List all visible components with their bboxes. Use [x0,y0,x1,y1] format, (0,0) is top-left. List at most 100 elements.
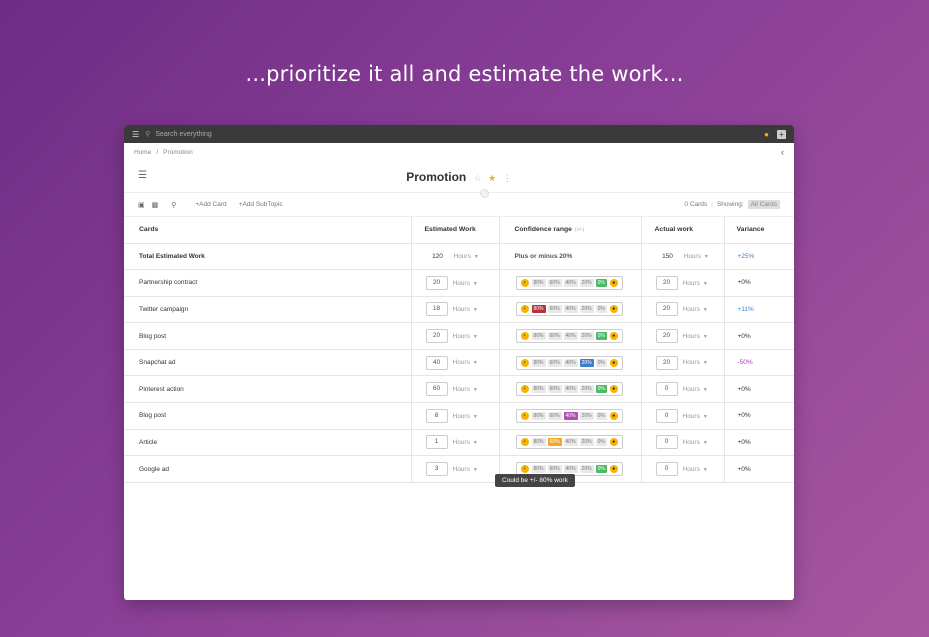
collapse-handle[interactable] [480,189,489,198]
unit-select[interactable]: Hours [453,386,470,393]
star-icon[interactable]: ★ [488,173,496,183]
card-name[interactable]: Twitter campaign [124,296,411,324]
confidence-option[interactable]: 60% [547,358,562,367]
estimated-input[interactable]: 18 [425,302,448,317]
confidence-option[interactable]: 60% [547,465,562,474]
chevron-down-icon[interactable]: ▼ [473,307,478,313]
confidence-option[interactable]: 60% [547,278,562,287]
estimated-input[interactable]: 20 [425,275,448,290]
confidence-option[interactable]: 0% [595,465,607,474]
card-name[interactable]: Pinterest action [124,375,411,404]
actual-input[interactable]: 0 [655,462,678,477]
chevron-down-icon[interactable]: ▼ [473,440,478,446]
confidence-option[interactable]: 60% [547,305,562,314]
confidence-option[interactable]: 40% [563,278,578,287]
chevron-down-icon[interactable]: ▼ [473,334,478,340]
estimated-input[interactable]: 20 [425,329,448,344]
unit-select[interactable]: Hours [454,253,471,260]
bell-icon[interactable]: ● [764,130,769,139]
card-name[interactable]: Google ad [124,455,411,483]
confidence-option[interactable]: 20% [579,465,594,474]
chevron-down-icon[interactable]: ▼ [473,467,478,473]
search-icon[interactable]: ⚲ [145,130,150,138]
confidence-option[interactable]: 80% [531,438,546,447]
confidence-option[interactable]: 40% [563,465,578,474]
person-icon[interactable]: ▩ [152,201,159,209]
actual-input[interactable]: 0 [655,408,678,423]
confidence-option[interactable]: 0% [595,278,607,287]
chevron-down-icon[interactable]: ▼ [703,334,708,340]
unit-select[interactable]: Hours [453,466,470,473]
unit-select[interactable]: Hours [683,306,700,313]
search-icon[interactable]: ⚲ [171,201,176,209]
actual-input[interactable]: 20 [655,275,678,290]
confidence-option[interactable]: 20% [579,358,594,367]
breadcrumb-current[interactable]: Promotion [163,149,193,156]
confidence-option[interactable]: 80% [531,465,546,474]
confidence-option[interactable]: 80% [531,278,546,287]
menu-icon[interactable]: ☰ [132,130,139,139]
star-outline-icon[interactable]: ☆ [474,173,482,183]
card-name[interactable]: Partnership contract [124,269,411,297]
confidence-option[interactable]: 60% [547,385,562,394]
card-name[interactable]: Blog post [124,322,411,350]
actual-input[interactable]: 0 [655,382,678,397]
card-name[interactable]: Article [124,429,411,457]
chevron-down-icon[interactable]: ▼ [703,440,708,446]
chevron-down-icon[interactable]: ▼ [473,281,478,287]
unit-select[interactable]: Hours [683,359,700,366]
confidence-option[interactable]: 80% [531,385,546,394]
chevron-down-icon[interactable]: ▼ [703,281,708,287]
unit-select[interactable]: Hours [453,359,470,366]
estimated-input[interactable]: 3 [425,462,448,477]
confidence-option[interactable]: 40% [563,332,578,341]
add-subtopic-button[interactable]: +Add SubTopic [239,201,283,208]
actual-input[interactable]: 20 [655,329,678,344]
chevron-down-icon[interactable]: ▼ [703,467,708,473]
unit-select[interactable]: Hours [453,306,470,313]
unit-select[interactable]: Hours [453,333,470,340]
confidence-option[interactable]: 20% [579,332,594,341]
chevron-down-icon[interactable]: ▼ [704,254,709,260]
confidence-option[interactable]: 20% [579,278,594,287]
chevron-down-icon[interactable]: ▼ [473,387,478,393]
estimated-input[interactable]: 1 [425,435,448,450]
unit-select[interactable]: Hours [453,280,470,287]
confidence-option[interactable]: 40% [563,385,578,394]
confidence-option[interactable]: 40% [563,358,578,367]
chevron-down-icon[interactable]: ▼ [474,254,479,260]
chevron-down-icon[interactable]: ▼ [473,414,478,420]
confidence-option[interactable]: 20% [579,438,594,447]
estimated-input[interactable]: 8 [425,408,448,423]
actual-input[interactable]: 0 [655,435,678,450]
confidence-option[interactable]: 40% [563,305,578,314]
confidence-option[interactable]: 80% [531,411,546,420]
chevron-down-icon[interactable]: ▼ [703,387,708,393]
unit-select[interactable]: Hours [684,253,701,260]
confidence-option[interactable]: 40% [563,438,578,447]
unit-select[interactable]: Hours [683,280,700,287]
confidence-option[interactable]: 0% [595,411,607,420]
showing-filter[interactable]: All Cards [747,200,780,209]
confidence-option[interactable]: 60% [547,411,562,420]
unit-select[interactable]: Hours [683,333,700,340]
confidence-option[interactable]: 60% [547,332,562,341]
confidence-option[interactable]: 20% [579,385,594,394]
search-input[interactable]: Search everything [155,131,764,138]
card-name[interactable]: Blog post [124,402,411,430]
unit-select[interactable]: Hours [453,413,470,420]
actual-input[interactable]: 20 [655,302,678,317]
actual-input[interactable]: 20 [655,355,678,370]
confidence-option[interactable]: 0% [595,358,607,367]
add-card-button[interactable]: +Add Card [195,201,226,208]
unit-select[interactable]: Hours [683,466,700,473]
confidence-option[interactable]: 40% [563,411,578,420]
more-icon[interactable]: ⋮ [503,173,512,183]
confidence-option[interactable]: 0% [595,305,607,314]
confidence-option[interactable]: 0% [595,385,607,394]
chevron-down-icon[interactable]: ▼ [703,360,708,366]
chevron-down-icon[interactable]: ▼ [473,360,478,366]
unit-select[interactable]: Hours [683,439,700,446]
confidence-option[interactable]: 80% [531,332,546,341]
confidence-option[interactable]: 0% [595,438,607,447]
